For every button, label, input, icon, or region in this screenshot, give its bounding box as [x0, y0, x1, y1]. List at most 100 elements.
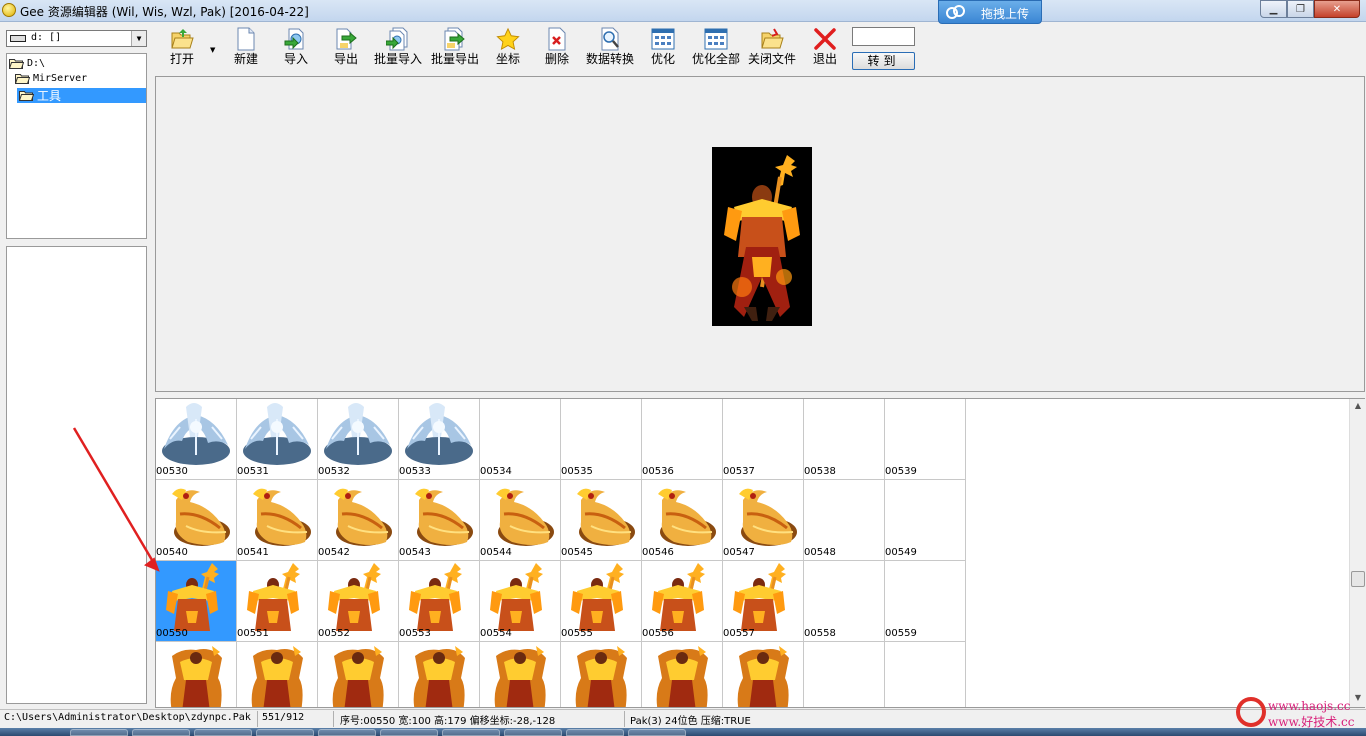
optimize-all-button[interactable]: 优化全部	[691, 26, 741, 72]
thumbnail-cell[interactable]: 00548	[804, 480, 885, 561]
thumbnail-cell[interactable]: 00553	[399, 561, 480, 642]
thumbnail-grid[interactable]: 00530 00531 00532 00533 00534 00535 00536 00537…	[155, 398, 1365, 708]
thumbnail-cell[interactable]: 00549	[885, 480, 966, 561]
thumbnail-index: 00542	[318, 547, 350, 558]
thumbnail-cell[interactable]: 00556	[642, 561, 723, 642]
thumbnail-cell[interactable]: 00543	[399, 480, 480, 561]
thumbnail-cell[interactable]: 00557	[723, 561, 804, 642]
thumbnail-cell[interactable]: 00551	[237, 561, 318, 642]
thumbnail-cell[interactable]	[804, 642, 885, 707]
import-button[interactable]: 导入	[281, 26, 311, 72]
site-watermark: www.haojs.cc www.好技术.cc	[1236, 697, 1362, 731]
thumbnail-cell[interactable]: 00554	[480, 561, 561, 642]
sprite-thumbnail	[496, 488, 554, 546]
thumbnail-cell[interactable]	[156, 642, 237, 707]
thumbnail-cell[interactable]: 00547	[723, 480, 804, 561]
taskbar-item[interactable]	[132, 729, 190, 736]
tree-item-drive[interactable]: D:\	[9, 56, 45, 71]
thumbnail-cell[interactable]: 00533	[399, 399, 480, 480]
import-label: 导入	[283, 52, 308, 66]
goto-input[interactable]	[852, 27, 915, 46]
sprite-thumbnail	[247, 563, 300, 631]
batch-export-button[interactable]: 批量导出	[430, 26, 480, 72]
thumbnail-cell[interactable]	[642, 642, 723, 707]
taskbar-item[interactable]	[504, 729, 562, 736]
thumbnail-cell[interactable]: 00530	[156, 399, 237, 480]
thumbnail-index: 00548	[804, 547, 836, 558]
thumbnail-cell[interactable]: 00540	[156, 480, 237, 561]
thumbnail-cell[interactable]: 00552	[318, 561, 399, 642]
toolbar: 打开 ▼ 新建 导入 导出 批量导入 批量导出 坐标 删除 数据转换 优化 优化…	[155, 24, 915, 72]
exit-button[interactable]: 退出	[810, 26, 840, 72]
import-icon	[284, 26, 308, 52]
thumbnail-cell[interactable]: 00539	[885, 399, 966, 480]
thumbnail-cell[interactable]	[885, 642, 966, 707]
taskbar-item[interactable]	[380, 729, 438, 736]
thumbnail-cell[interactable]: 00532	[318, 399, 399, 480]
sprite-thumbnail	[739, 488, 797, 546]
sprite-thumbnail	[334, 488, 392, 546]
taskbar-item[interactable]	[442, 729, 500, 736]
minimize-button[interactable]: ▁	[1260, 0, 1287, 18]
thumbnail-cell[interactable]: 00558	[804, 561, 885, 642]
directory-tree[interactable]: D:\ MirServer 工具	[6, 53, 147, 239]
thumbnail-cell[interactable]: 00535	[561, 399, 642, 480]
close-file-button[interactable]: 关闭文件	[747, 26, 797, 72]
thumbnail-cell[interactable]	[237, 642, 318, 707]
batch-import-button[interactable]: 批量导入	[373, 26, 423, 72]
goto-button[interactable]: 转到	[852, 52, 915, 70]
new-button[interactable]: 新建	[231, 26, 261, 72]
export-button[interactable]: 导出	[331, 26, 361, 72]
taskbar-item[interactable]	[70, 729, 128, 736]
thumbnail-cell[interactable]: 00534	[480, 399, 561, 480]
delete-button[interactable]: 删除	[542, 26, 572, 72]
thumbnail-cell[interactable]: 00542	[318, 480, 399, 561]
tree-item-tools[interactable]: 工具	[17, 88, 146, 103]
sprite-thumbnail	[172, 488, 230, 546]
thumbnail-cell[interactable]: 00538	[804, 399, 885, 480]
thumbnail-cell[interactable]	[723, 642, 804, 707]
coords-button[interactable]: 坐标	[493, 26, 523, 72]
optimize-label: 优化	[650, 52, 675, 66]
scrollbar-thumb[interactable]	[1351, 571, 1365, 587]
thumbnail-cell[interactable]	[318, 642, 399, 707]
taskbar-item[interactable]	[194, 729, 252, 736]
thumbnail-cell[interactable]: 00546	[642, 480, 723, 561]
taskbar-item[interactable]	[628, 729, 686, 736]
optimize-button[interactable]: 优化	[648, 26, 678, 72]
thumbnail-cell[interactable]: 00550	[156, 561, 237, 642]
thumbnail-cell[interactable]: 00555	[561, 561, 642, 642]
thumbnail-cell[interactable]: 00544	[480, 480, 561, 561]
open-label: 打开	[169, 52, 194, 66]
batch-export-icon	[443, 26, 467, 52]
thumbnail-cell[interactable]: 00545	[561, 480, 642, 561]
thumbnail-cell[interactable]: 00531	[237, 399, 318, 480]
thumbnail-cell[interactable]	[480, 642, 561, 707]
upload-button[interactable]: 拖拽上传	[938, 0, 1042, 24]
thumbnail-cell[interactable]: 00541	[237, 480, 318, 561]
taskbar-item[interactable]	[566, 729, 624, 736]
grid-scrollbar[interactable]: ▲ ▼	[1349, 399, 1365, 707]
thumbnail-cell[interactable]	[561, 642, 642, 707]
thumbnail-cell[interactable]	[399, 642, 480, 707]
sprite-thumbnail	[733, 563, 786, 631]
open-button[interactable]: 打开	[167, 26, 197, 72]
folder-open-icon	[170, 26, 194, 52]
thumbnail-cell[interactable]: 00537	[723, 399, 804, 480]
file-list[interactable]	[6, 246, 147, 704]
thumbnail-cell[interactable]: 00559	[885, 561, 966, 642]
chevron-down-icon[interactable]: ▼	[210, 46, 215, 54]
chevron-down-icon[interactable]: ▼	[131, 31, 146, 46]
tree-item-mirserver[interactable]: MirServer	[15, 71, 87, 86]
maximize-button[interactable]: ❐	[1287, 0, 1314, 18]
thumbnail-index: 00546	[642, 547, 674, 558]
taskbar-item[interactable]	[256, 729, 314, 736]
close-button[interactable]: ✕	[1314, 0, 1360, 18]
sprite-thumbnail	[170, 646, 222, 707]
convert-button[interactable]: 数据转换	[585, 26, 635, 72]
thumbnail-cell[interactable]: 00536	[642, 399, 723, 480]
drive-select[interactable]: d: [] ▼	[6, 30, 147, 47]
taskbar-item[interactable]	[318, 729, 376, 736]
scroll-up-arrow-icon[interactable]: ▲	[1352, 401, 1364, 413]
optimize-all-label: 优化全部	[691, 52, 740, 66]
